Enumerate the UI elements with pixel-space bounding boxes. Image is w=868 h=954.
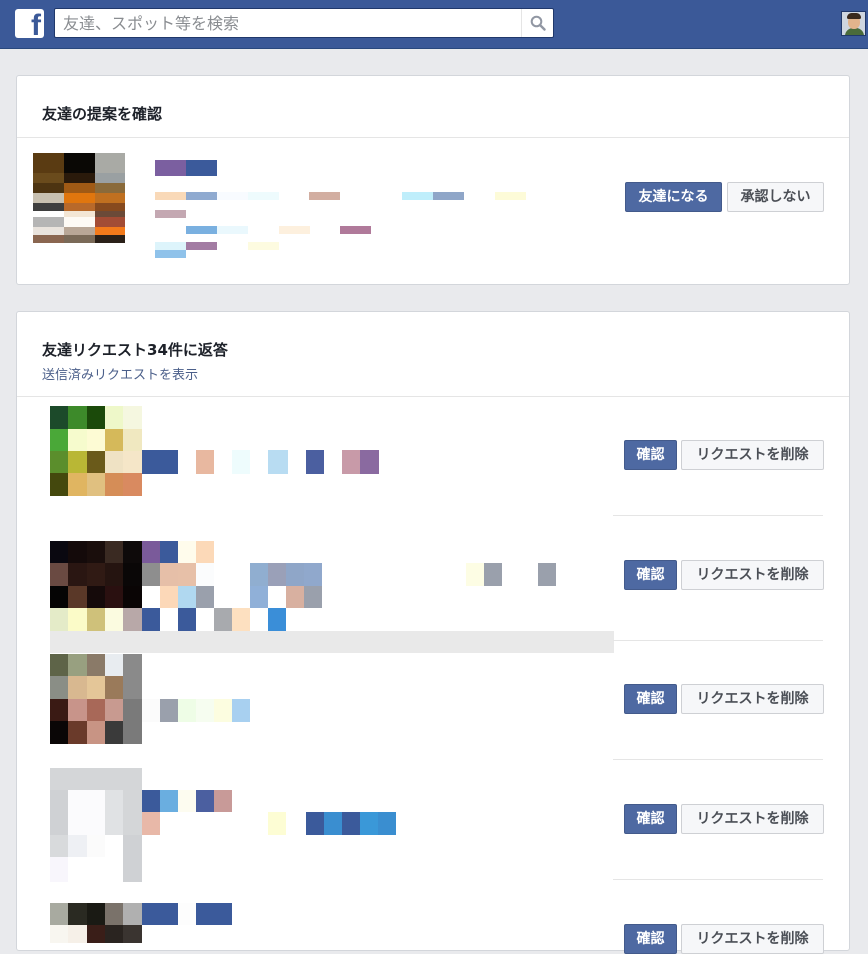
facebook-logo-icon[interactable]: f xyxy=(15,9,44,41)
confirm-request-button[interactable]: 確認 xyxy=(624,440,677,470)
search-input[interactable] xyxy=(55,9,521,37)
request-photo[interactable] xyxy=(50,768,142,882)
request-details xyxy=(142,903,242,925)
friend-requests-card: 友達リクエスト34件に返答 送信済みリクエストを表示 確認 リクエストを削除 確… xyxy=(16,311,850,954)
request-details xyxy=(142,450,382,474)
confirm-request-button[interactable]: 確認 xyxy=(624,924,677,954)
friend-suggestions-card: 友達の提案を確認 友達になる 承認しない xyxy=(16,75,850,285)
suggestions-title: 友達の提案を確認 xyxy=(42,105,163,123)
delete-request-button[interactable]: リクエストを削除 xyxy=(681,804,824,834)
search-icon xyxy=(530,15,546,31)
search-button[interactable] xyxy=(521,9,553,37)
row-separator xyxy=(613,759,823,760)
request-photo[interactable] xyxy=(50,903,142,943)
card-header: 友達の提案を確認 xyxy=(17,76,849,138)
confirm-request-button[interactable]: 確認 xyxy=(624,560,677,590)
search-box xyxy=(54,8,554,38)
request-details xyxy=(142,541,562,631)
confirm-request-button[interactable]: 確認 xyxy=(624,804,677,834)
row-separator xyxy=(613,879,823,880)
request-photo[interactable] xyxy=(50,654,142,744)
row-divider-strip xyxy=(50,631,614,653)
row-separator xyxy=(613,640,823,641)
delete-request-button[interactable]: リクエストを削除 xyxy=(681,924,824,954)
request-details xyxy=(142,699,262,722)
sent-requests-link[interactable]: 送信済みリクエストを表示 xyxy=(42,364,824,383)
delete-request-button[interactable]: リクエストを削除 xyxy=(681,560,824,590)
request-details xyxy=(142,790,402,835)
decline-suggestion-button[interactable]: 承認しない xyxy=(727,182,824,212)
requests-title: 友達リクエスト34件に返答 xyxy=(42,341,228,359)
profile-avatar[interactable] xyxy=(841,11,866,36)
request-photo[interactable] xyxy=(50,541,142,631)
add-friend-button[interactable]: 友達になる xyxy=(625,182,722,212)
top-navigation-bar: f xyxy=(0,0,868,49)
suggested-person-photo[interactable] xyxy=(33,153,125,243)
request-photo[interactable] xyxy=(50,406,142,496)
card-header: 友達リクエスト34件に返答 送信済みリクエストを表示 xyxy=(17,312,849,397)
delete-request-button[interactable]: リクエストを削除 xyxy=(681,684,824,714)
confirm-request-button[interactable]: 確認 xyxy=(624,684,677,714)
row-separator xyxy=(613,515,823,516)
suggested-person-details xyxy=(155,160,535,270)
delete-request-button[interactable]: リクエストを削除 xyxy=(681,440,824,470)
